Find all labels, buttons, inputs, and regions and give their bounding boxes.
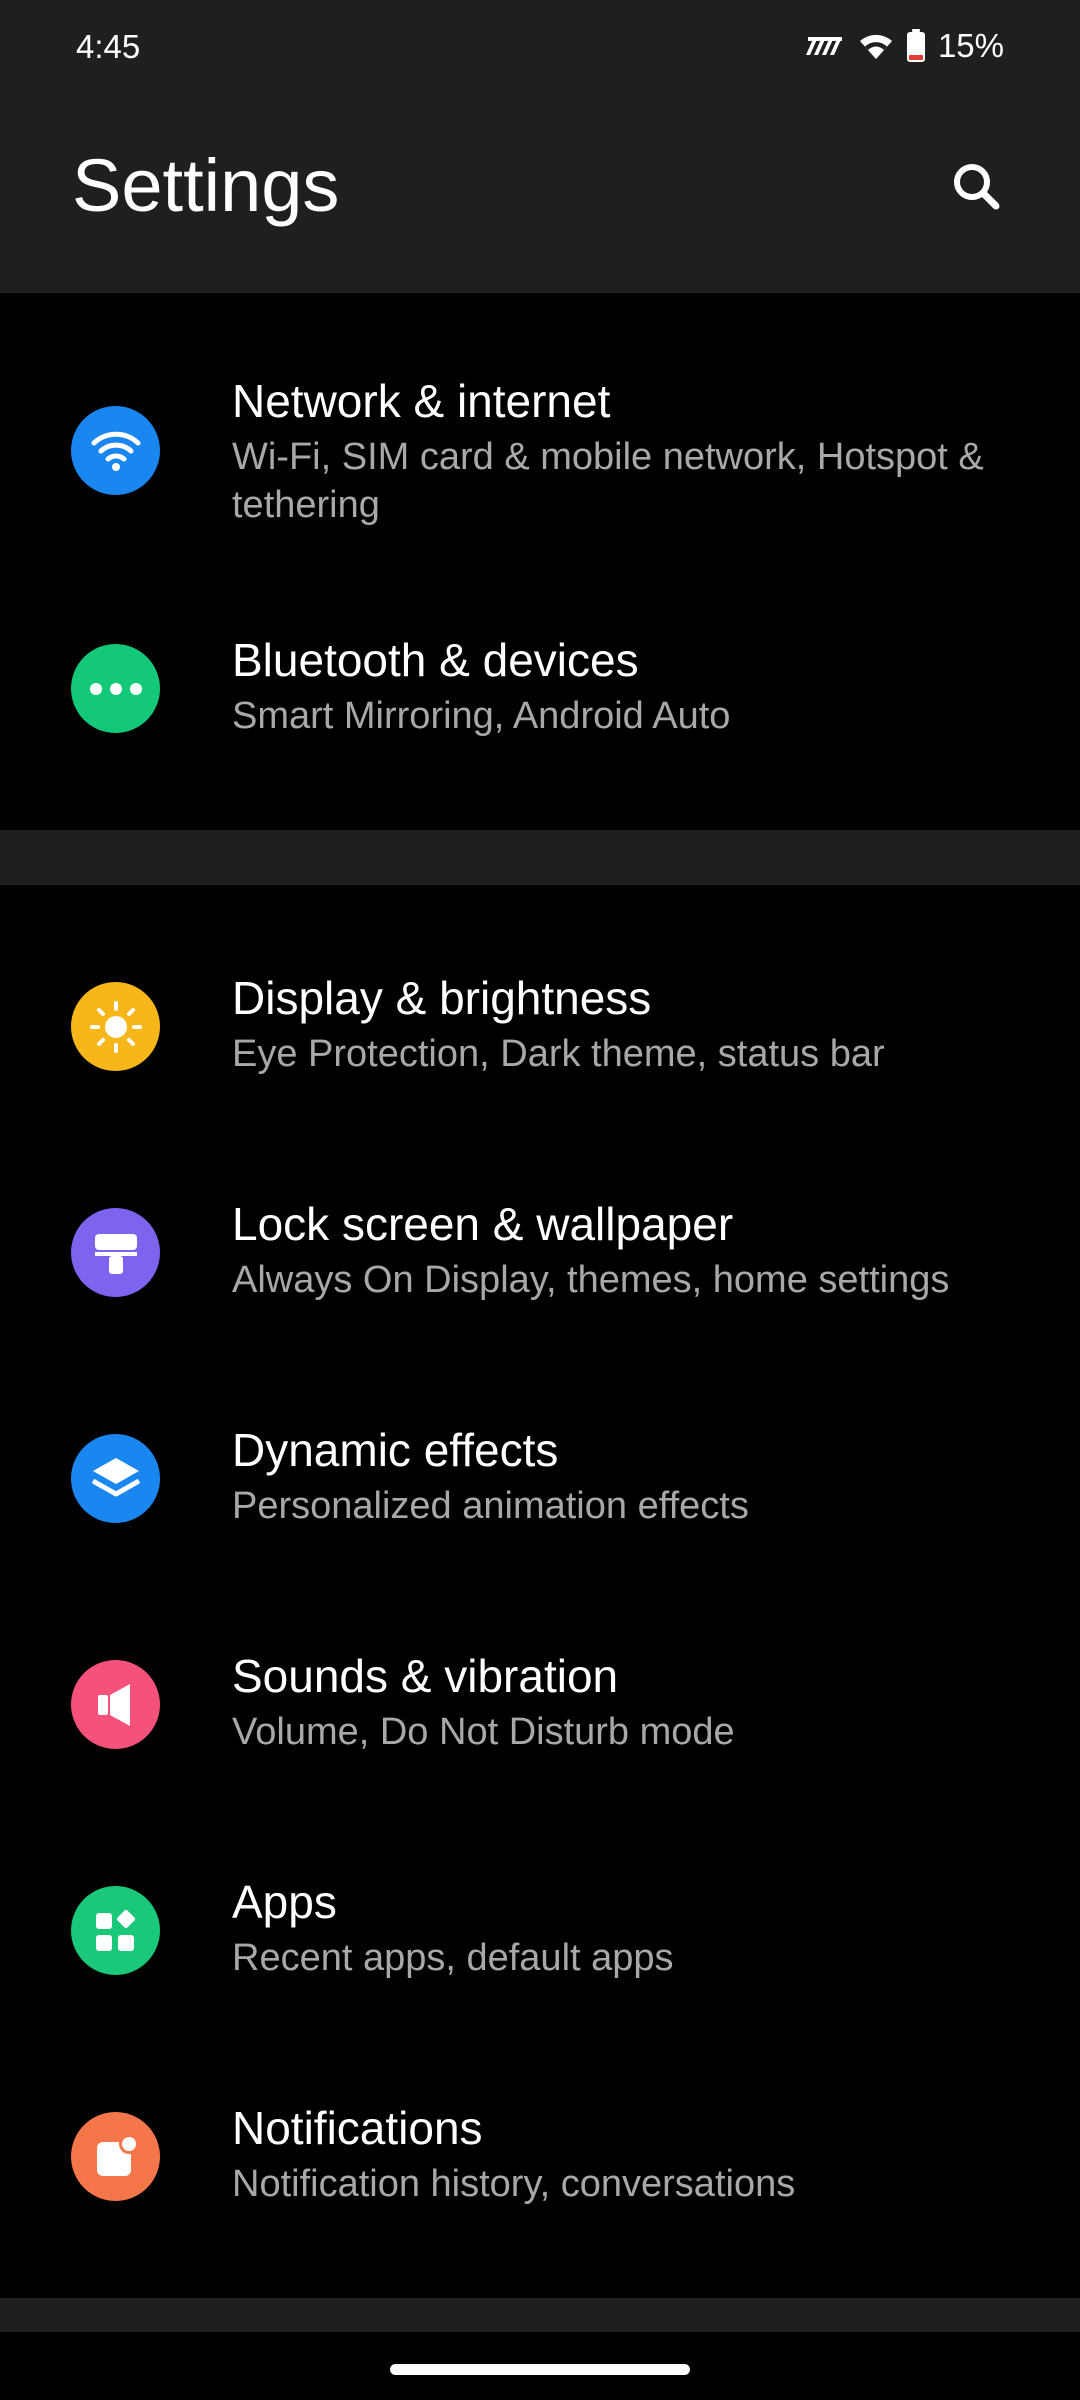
settings-item-subtitle: Personalized animation effects — [232, 1485, 749, 1527]
section-divider — [0, 830, 1080, 885]
settings-item-bluetooth[interactable]: Bluetooth & devices Smart Mirroring, And… — [0, 622, 1080, 760]
home-gesture-bar[interactable] — [390, 2364, 690, 2375]
apps-grid-icon — [71, 1886, 160, 1975]
battery-percent: 15% — [937, 27, 1004, 64]
settings-item-subtitle: Wi-Fi, SIM card & mobile network, Hotspo… — [232, 436, 984, 526]
settings-item-title: Network & internet — [232, 375, 611, 427]
settings-item-display[interactable]: Display & brightness Eye Protection, Dar… — [0, 960, 1080, 1098]
settings-item-subtitle: Always On Display, themes, home settings — [232, 1259, 950, 1301]
settings-item-title: Sounds & vibration — [232, 1650, 619, 1702]
header: 4:45 15% Settings — [0, 0, 1080, 293]
settings-item-title: Notifications — [232, 2102, 483, 2154]
section-divider — [0, 2298, 1080, 2332]
page-title: Settings — [72, 144, 340, 227]
settings-item-title: Bluetooth & devices — [232, 634, 639, 686]
battery-icon — [906, 29, 926, 63]
wifi-icon — [858, 31, 894, 61]
settings-item-subtitle: Notification history, conversations — [232, 2163, 796, 2205]
status-icons: 15% — [804, 24, 1004, 68]
layers-icon — [71, 1434, 160, 1523]
settings-item-subtitle: Volume, Do Not Disturb mode — [232, 1711, 735, 1753]
status-time: 4:45 — [76, 28, 141, 65]
settings-item-subtitle: Eye Protection, Dark theme, status bar — [232, 1033, 885, 1075]
settings-item-notifications[interactable]: Notifications Notification history, conv… — [0, 2090, 1080, 2228]
settings-item-title: Display & brightness — [232, 972, 652, 1024]
settings-item-title: Apps — [232, 1876, 337, 1928]
settings-item-title: Lock screen & wallpaper — [232, 1198, 734, 1250]
notification-badge-icon — [71, 2112, 160, 2201]
settings-item-subtitle: Smart Mirroring, Android Auto — [232, 695, 731, 737]
sun-icon — [71, 982, 160, 1071]
search-icon — [954, 164, 1000, 210]
signal-icon — [804, 35, 846, 57]
settings-item-dynamic-effects[interactable]: Dynamic effects Personalized animation e… — [0, 1412, 1080, 1550]
settings-item-apps[interactable]: Apps Recent apps, default apps — [0, 1864, 1080, 2002]
more-dots-icon — [71, 644, 160, 733]
settings-item-subtitle: Recent apps, default apps — [232, 1937, 674, 1979]
status-bar: 4:45 15% — [0, 0, 1080, 96]
settings-item-sounds[interactable]: Sounds & vibration Volume, Do Not Distur… — [0, 1638, 1080, 1776]
settings-screen: 4:45 15% Settings Network & internet Wi-… — [0, 0, 1080, 2400]
paint-roller-icon — [71, 1208, 160, 1297]
settings-item-lock-screen[interactable]: Lock screen & wallpaper Always On Displa… — [0, 1186, 1080, 1324]
speaker-icon — [71, 1660, 160, 1749]
search-button[interactable] — [946, 156, 1006, 216]
settings-item-network[interactable]: Network & internet Wi-Fi, SIM card & mob… — [0, 353, 1080, 553]
settings-item-title: Dynamic effects — [232, 1424, 559, 1476]
wifi-icon — [71, 406, 160, 495]
